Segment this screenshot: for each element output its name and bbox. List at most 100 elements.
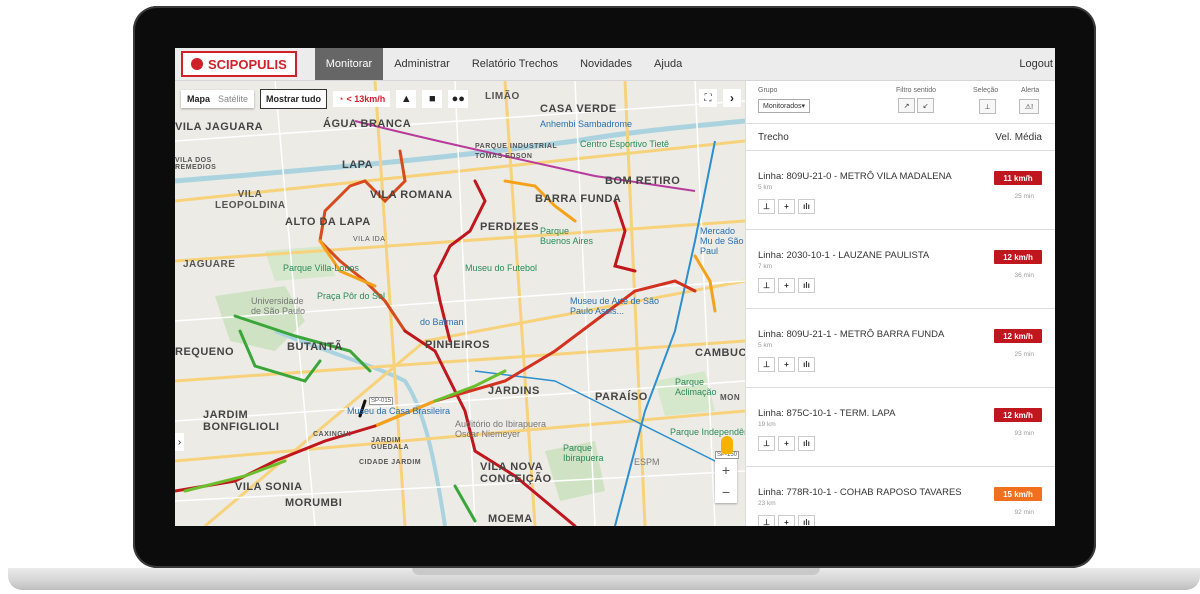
video-camera-icon: ■	[428, 93, 436, 105]
direction-forward-button[interactable]: ↗	[898, 98, 915, 113]
selection-label: Seleção	[973, 87, 999, 94]
poi-label: do Batman	[420, 317, 464, 327]
add-route-button[interactable]: +	[778, 199, 795, 214]
map-label: CIDADE JARDIM	[359, 459, 422, 466]
nav-ajuda[interactable]: Ajuda	[643, 48, 693, 80]
routes-panel: Grupo Monitorados▾ Filtro sentido ↗ ↙ Se…	[745, 81, 1055, 526]
direction-back-button[interactable]: ↙	[917, 98, 934, 113]
route-chart-button[interactable]: ılı	[798, 278, 815, 293]
route-row[interactable]: Linha: 809U-21-1 - METRÔ BARRA FUNDA 5 km…	[746, 309, 1055, 388]
map-label: VILA SONIA	[235, 481, 303, 493]
logo-icon	[191, 58, 203, 70]
top-navbar: SCIPOPULIS Monitorar Administrar Relatór…	[175, 48, 1055, 81]
routes-table-header: Trecho Vel. Média	[746, 124, 1055, 151]
zoom-out-button[interactable]: −	[715, 481, 737, 503]
direction-filter-label: Filtro sentido	[896, 87, 937, 94]
route-row[interactable]: Linha: 2030-10-1 - LAUZANE PAULISTA 7 km ⊥…	[746, 230, 1055, 309]
speed-badge: 12 km/h	[994, 408, 1042, 422]
column-trecho: Trecho	[758, 132, 789, 143]
speed-filter-button[interactable]: ◔ < 13km/h	[333, 91, 391, 107]
add-route-button[interactable]: +	[778, 436, 795, 451]
pin-icon: ⊥	[984, 103, 991, 111]
speed-badge: 12 km/h	[994, 329, 1042, 343]
direction-filter-buttons: ↗ ↙	[898, 98, 934, 113]
pin-route-button[interactable]: ⊥	[758, 278, 775, 293]
map-label: LAPA	[342, 159, 374, 171]
route-distance: 23 km	[758, 500, 776, 507]
bar-chart-icon: ılı	[803, 439, 810, 448]
map-label: CASA VERDE	[540, 103, 617, 115]
app-logo[interactable]: SCIPOPULIS	[181, 51, 297, 77]
pin-route-button[interactable]: ⊥	[758, 436, 775, 451]
poi-label: Parque Independência	[670, 427, 745, 437]
route-actions: ⊥ + ılı	[758, 357, 815, 372]
map-toolbar: Mapa Satélite Mostrar tudo ◔ < 13km/h ▲ …	[181, 89, 469, 109]
nav-monitorar[interactable]: Monitorar	[314, 48, 384, 80]
pin-route-button[interactable]: ⊥	[758, 199, 775, 214]
route-chart-button[interactable]: ılı	[798, 436, 815, 451]
warning-icon: ▲	[400, 93, 412, 105]
map-label: MORUMBI	[285, 497, 343, 509]
nav-relatorio-trechos[interactable]: Relatório Trechos	[461, 48, 569, 80]
route-name: Linha: 809U-21-1 - METRÔ BARRA FUNDA	[758, 329, 945, 340]
left-expand-button[interactable]: ›	[175, 433, 184, 451]
route-distance: 7 km	[758, 263, 773, 270]
route-name: Linha: 2030-10-1 - LAUZANE PAULISTA	[758, 250, 930, 261]
route-distance: 19 km	[758, 421, 776, 428]
poi-label: Parque Aclimação	[675, 377, 717, 397]
poi-label: Anhembi Sambadrome	[540, 119, 633, 129]
route-chart-button[interactable]: ılı	[798, 199, 815, 214]
map-type-satelite[interactable]: Satélite	[218, 94, 248, 104]
route-name: Linha: 875C-10-1 - TERM. LAPA	[758, 408, 896, 419]
map-type-control: Mapa Satélite	[181, 90, 255, 108]
map-label: JARDIM BONFIGLIOLI	[203, 409, 280, 433]
route-row[interactable]: Linha: 875C-10-1 - TERM. LAPA 19 km ⊥ + ılı 1…	[746, 388, 1055, 467]
poi-label: Parque Villa-Lobos	[283, 263, 359, 273]
zoom-in-button[interactable]: +	[715, 459, 737, 481]
map-view[interactable]: ÁGUA BRANCA LIMÃO CASA VERDE VILA JAGUAR…	[175, 81, 745, 526]
map-label: LIMÃO	[485, 91, 520, 102]
map-label: REQUENO	[175, 346, 235, 358]
pin-route-button[interactable]: ⊥	[758, 357, 775, 372]
main-nav: Monitorar Administrar Relatório Trechos …	[314, 48, 693, 80]
route-name: Linha: 809U-21-0 - METRÔ VILA MADALENA	[758, 171, 952, 182]
poi-label: Museu do Futebol	[465, 263, 538, 273]
fullscreen-icon: ⛶	[704, 92, 712, 104]
route-row[interactable]: Linha: 778R-10-1 - COHAB RAPOSO TAVARES 2…	[746, 467, 1055, 526]
route-distance: 5 km	[758, 184, 773, 191]
route-time: 92 min	[1014, 509, 1034, 516]
map-label: VILA NOVA CONCEIÇÃO	[480, 461, 552, 485]
route-row[interactable]: Linha: 809U-21-0 - METRÔ VILA MADALENA 5 …	[746, 151, 1055, 230]
street-view-pegman-icon[interactable]	[721, 436, 733, 454]
selection-pin-button[interactable]: ⊥	[979, 99, 996, 114]
group-select[interactable]: Monitorados▾	[758, 99, 811, 113]
alert-warning-button[interactable]: ▲	[396, 90, 417, 108]
speed-badge: 12 km/h	[994, 250, 1042, 264]
add-route-button[interactable]: +	[778, 357, 795, 372]
map-type-mapa[interactable]: Mapa	[187, 94, 210, 104]
alert-button[interactable]: ⚠!	[1019, 99, 1039, 114]
add-route-button[interactable]: +	[778, 278, 795, 293]
logout-link[interactable]: Logout	[1019, 58, 1053, 70]
fullscreen-button[interactable]: ⛶	[699, 89, 717, 107]
nav-administrar[interactable]: Administrar	[383, 48, 461, 80]
poi-label: Museu de Arte de São Paulo Assis...	[570, 296, 660, 316]
add-route-button[interactable]: +	[778, 515, 795, 526]
route-time: 93 min	[1014, 430, 1034, 437]
nav-novidades[interactable]: Novidades	[569, 48, 643, 80]
pin-route-button[interactable]: ⊥	[758, 515, 775, 526]
route-chart-button[interactable]: ılı	[798, 357, 815, 372]
group-label: Grupo	[758, 87, 778, 94]
collapse-panel-button[interactable]: ›	[723, 89, 741, 107]
plus-icon: +	[784, 439, 789, 448]
route-chart-button[interactable]: ılı	[798, 515, 815, 526]
map-label: VILA ROMANA	[370, 189, 453, 201]
users-button[interactable]: ●●	[448, 90, 469, 108]
pin-icon: ⊥	[763, 281, 770, 290]
map-label: JARDINS	[488, 385, 540, 397]
show-all-button[interactable]: Mostrar tudo	[260, 89, 328, 109]
bar-chart-icon: ılı	[803, 518, 810, 526]
camera-button[interactable]: ■	[422, 90, 443, 108]
screen: SCIPOPULIS Monitorar Administrar Relatór…	[175, 48, 1055, 526]
map-label: PARQUE INDUSTRIAL	[475, 143, 558, 150]
